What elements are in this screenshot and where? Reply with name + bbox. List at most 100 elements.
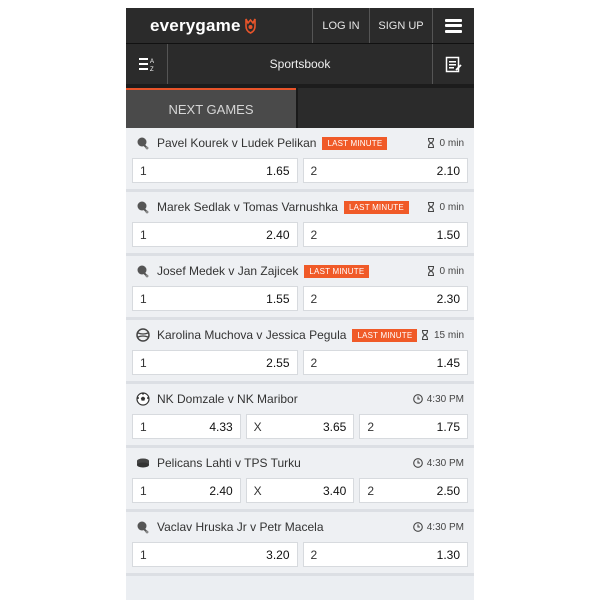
tennis-icon (137, 137, 149, 150)
game-row[interactable]: Pelicans Lahti v TPS Turku 4:30 PM 1 2.40 X 3… (126, 448, 474, 512)
svg-text:Z: Z (150, 67, 154, 73)
game-header: Josef Medek v Jan Zajicek LAST MINUTE 0 mi… (132, 256, 468, 286)
game-row[interactable]: Pavel Kourek v Ludek Pelikan LAST MINUTE 0… (126, 128, 474, 192)
hourglass-icon (427, 138, 434, 148)
sort-az-icon: A Z (138, 58, 154, 73)
start-time-text: 0 min (439, 201, 464, 213)
game-row[interactable]: Josef Medek v Jan Zajicek LAST MINUTE 0 mi… (126, 256, 474, 320)
hourglass-icon (421, 330, 429, 340)
betslip-button[interactable] (432, 44, 474, 84)
odds-button[interactable]: 2 1.30 (302, 542, 468, 567)
tennis-icon (137, 265, 149, 278)
odds-value: 3.65 (322, 419, 347, 434)
odds-button[interactable]: 1 4.33 (132, 414, 241, 439)
game-row[interactable]: Vaclav Hruska Jr v Petr Macela 4:30 PM 1 3.… (126, 512, 474, 576)
sportsbook-bar: A Z Sportsbook (126, 44, 474, 88)
match-name[interactable]: Pavel Kourek v Ludek Pelikan (157, 136, 316, 150)
brand-logo[interactable]: everygame (126, 16, 312, 36)
odds-button[interactable]: 1 1.65 (132, 158, 298, 183)
game-header: Karolina Muchova v Jessica Pegula LAST MI… (132, 320, 468, 350)
games-list: Pavel Kourek v Ludek Pelikan LAST MINUTE 0… (126, 128, 474, 576)
odds-outcome-label: 1 (140, 163, 147, 178)
odds-value: 4.33 (209, 419, 233, 434)
match-name[interactable]: Vaclav Hruska Jr v Petr Macela (157, 520, 324, 534)
start-time: 4:30 PM (412, 457, 464, 469)
odds-button[interactable]: 2 2.50 (359, 478, 469, 503)
odds-button[interactable]: 1 2.40 (132, 222, 298, 247)
odds-button[interactable]: 2 1.50 (302, 222, 468, 247)
odds-outcome-label: 2 (367, 483, 375, 498)
tab-other[interactable] (296, 88, 474, 128)
start-time-text: 0 min (439, 265, 464, 277)
hourglass-icon (427, 202, 434, 212)
odds-value: 2.30 (436, 291, 460, 306)
tab-bar: NEXT GAMES (126, 88, 474, 128)
odds-outcome-label: X (253, 483, 262, 498)
odds-outcome-label: 1 (140, 547, 147, 562)
hourglass-icon (427, 266, 434, 276)
start-time: 15 min (420, 330, 464, 341)
odds-button[interactable]: 2 2.30 (302, 286, 468, 311)
odds-button[interactable]: 2 2.10 (302, 158, 468, 183)
tab-next-games[interactable]: NEXT GAMES (126, 88, 296, 128)
odds-outcome-label: 2 (310, 227, 318, 242)
odds-button[interactable]: X 3.40 (245, 478, 355, 503)
brand-mark-icon (244, 18, 256, 34)
odds-row: 1 1.65 2 2.10 (132, 158, 468, 183)
odds-value: 2.55 (266, 355, 290, 370)
odds-button[interactable]: 1 2.55 (132, 350, 298, 375)
match-name[interactable]: NK Domzale v NK Maribor (157, 392, 298, 406)
sort-az-button[interactable]: A Z (126, 44, 168, 84)
login-button[interactable]: LOG IN (312, 8, 369, 43)
odds-value: 2.40 (266, 227, 290, 242)
clock-icon (412, 458, 423, 468)
odds-outcome-label: 1 (140, 419, 147, 434)
odds-button[interactable]: 1 2.40 (132, 478, 241, 503)
start-time-text: 4:30 PM (426, 457, 464, 469)
odds-button[interactable]: 2 1.45 (302, 350, 468, 375)
game-header: Pavel Kourek v Ludek Pelikan LAST MINUTE 0… (132, 128, 468, 158)
odds-row: 1 2.40 X 3.40 2 2.50 (132, 478, 469, 503)
match-name[interactable]: Karolina Muchova v Jessica Pegula (157, 328, 346, 342)
odds-value: 3.40 (322, 483, 347, 498)
app-frame: everygame LOG IN SIGN UP A Z Sportsbook (126, 8, 474, 600)
odds-outcome-label: 2 (310, 547, 318, 562)
hockey-puck-icon (137, 458, 149, 468)
odds-outcome-label: 2 (310, 291, 318, 306)
match-name[interactable]: Marek Sedlak v Tomas Varnushka (157, 200, 338, 214)
odds-button[interactable]: X 3.65 (245, 414, 355, 439)
betslip-icon (445, 56, 462, 72)
odds-outcome-label: 1 (140, 227, 147, 242)
odds-value: 1.65 (266, 163, 290, 178)
signup-button[interactable]: SIGN UP (369, 8, 432, 43)
odds-button[interactable]: 1 1.55 (132, 286, 298, 311)
clock-icon (412, 522, 423, 532)
match-name[interactable]: Pelicans Lahti v TPS Turku (157, 456, 301, 470)
tennis-ball-icon (136, 328, 150, 342)
page-title: Sportsbook (269, 57, 331, 71)
odds-outcome-label: 1 (140, 291, 147, 306)
odds-value: 1.75 (436, 419, 461, 434)
odds-row: 1 4.33 X 3.65 2 1.75 (132, 414, 469, 439)
odds-button[interactable]: 2 1.75 (359, 414, 469, 439)
match-name[interactable]: Josef Medek v Jan Zajicek (157, 264, 298, 278)
game-row[interactable]: Marek Sedlak v Tomas Varnushka LAST MINUT… (126, 192, 474, 256)
menu-button[interactable] (432, 8, 474, 43)
start-time-text: 4:30 PM (426, 521, 464, 533)
last-minute-badge: LAST MINUTE (343, 200, 409, 214)
game-row[interactable]: Karolina Muchova v Jessica Pegula LAST MI… (126, 320, 474, 384)
odds-value: 2.50 (436, 483, 461, 498)
game-row[interactable]: NK Domzale v NK Maribor 4:30 PM 1 4.33 X 3.65… (126, 384, 474, 448)
odds-outcome-label: 2 (367, 419, 375, 434)
last-minute-badge: LAST MINUTE (352, 328, 418, 342)
odds-row: 1 1.55 2 2.30 (132, 286, 468, 311)
start-time-text: 0 min (439, 137, 464, 149)
odds-row: 1 2.55 2 1.45 (132, 350, 468, 375)
odds-button[interactable]: 1 3.20 (132, 542, 298, 567)
tennis-icon (137, 201, 149, 214)
start-time: 4:30 PM (412, 521, 464, 533)
game-header: Marek Sedlak v Tomas Varnushka LAST MINUT… (132, 192, 468, 222)
odds-value: 1.30 (436, 547, 460, 562)
odds-value: 1.50 (436, 227, 460, 242)
odds-row: 1 3.20 2 1.30 (132, 542, 468, 567)
